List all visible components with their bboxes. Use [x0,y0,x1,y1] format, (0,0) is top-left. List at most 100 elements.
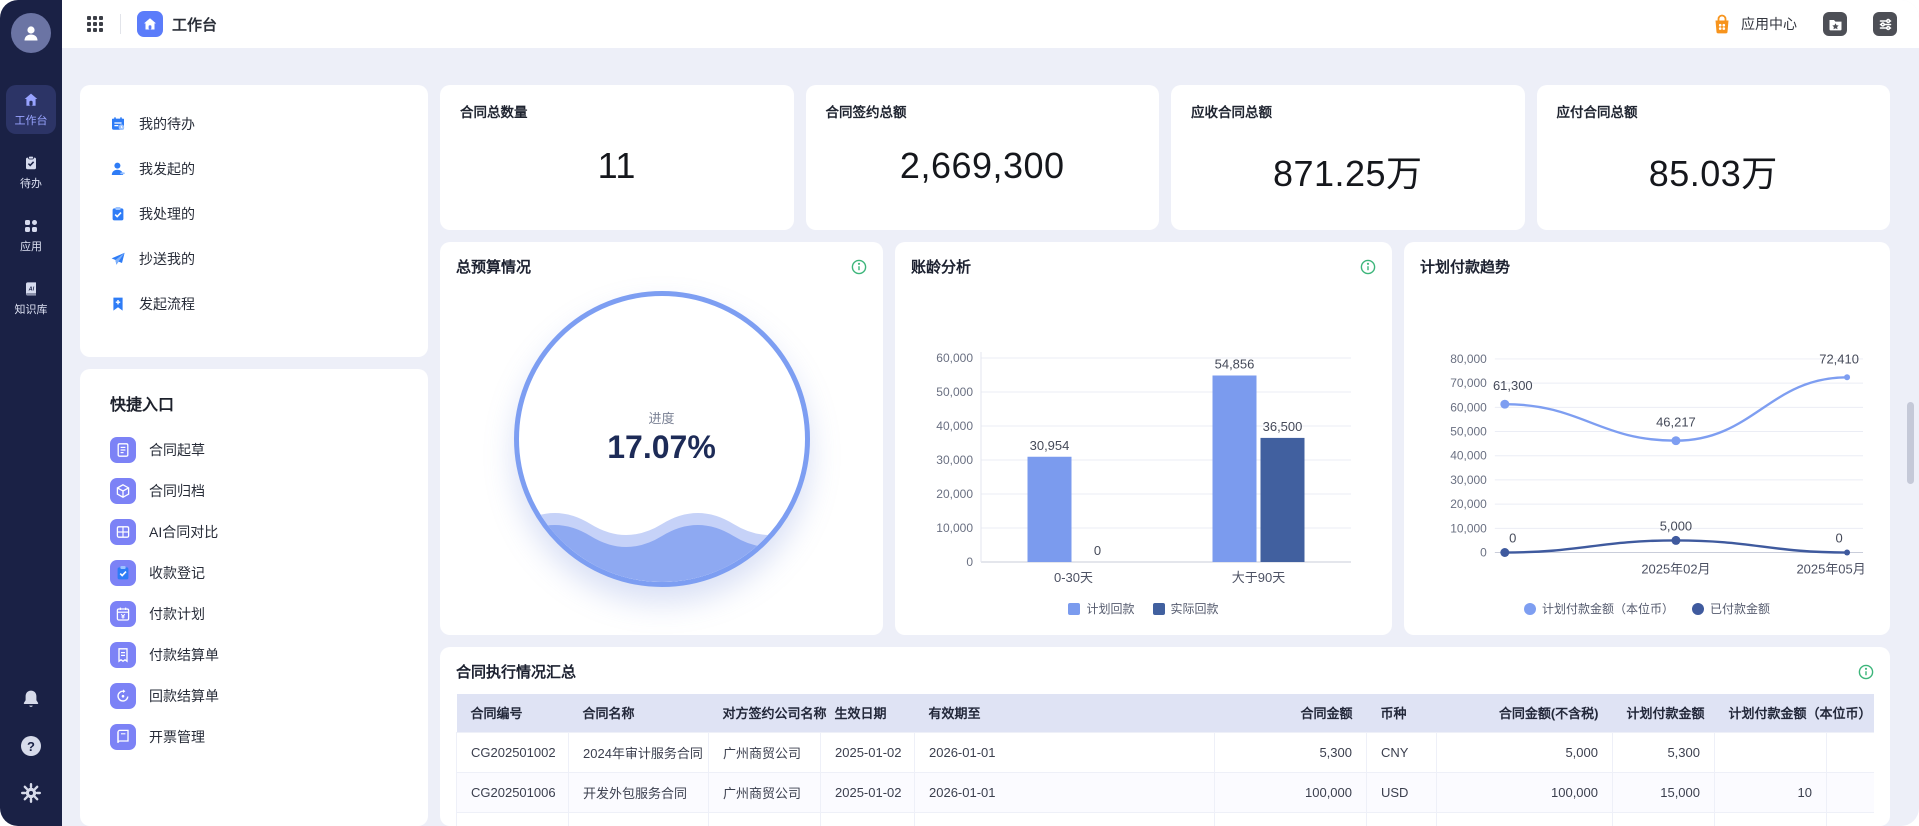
table-cell: 100,000 [1215,772,1367,812]
menu-item-1[interactable]: 我的待办 [110,101,428,146]
quick-entry-label: 开票管理 [149,727,205,747]
table-row[interactable]: CG202501006开发外包服务合同广州商贸公司2025-01-022026-… [457,772,1875,812]
contract-table: 合同编号合同名称对方签约公司名称生效日期有效期至合同金额币种合同金额(不含税)计… [456,694,1874,826]
rail-item-1[interactable]: 工作台 [6,85,56,134]
menu-item-label: 发起流程 [139,294,195,314]
table-header-row: 合同编号合同名称对方签约公司名称生效日期有效期至合同金额币种合同金额(不含税)计… [457,694,1875,732]
app-center-label: 应用中心 [1741,14,1797,34]
menu-item-4[interactable]: 抄送我的 [110,236,428,281]
table-header-cell: 对方签约公司名称 [709,694,821,732]
table-row[interactable]: 新项目1设备采购合同广州商贸公司 [457,812,1875,826]
quick-entry-8[interactable]: 开票管理 [102,716,428,757]
table-cell [915,812,1215,826]
receipt-icon [115,647,131,663]
rail-item-3[interactable]: 应用 [6,211,56,260]
stat-card-4: 应付合同总额85.03万 [1537,85,1891,230]
legend-label: 实际回款 [1171,600,1219,617]
stat-card-2: 合同签约总额2,669,300 [806,85,1160,230]
content-area: 我的待办我发起的我处理的抄送我的发起流程 快捷入口 合同起草合同归档AI合同对比… [62,48,1919,826]
svg-text:大于90天: 大于90天 [1232,570,1285,585]
table-cell: 2025-01-02 [821,732,915,772]
page-scrollbar-thumb[interactable] [1907,402,1914,484]
svg-text:5,000: 5,000 [1660,518,1692,533]
stat-value: 871.25万 [1191,145,1505,197]
workbench-home-icon[interactable] [137,11,163,37]
legend-item[interactable]: 计划付款金额（本位币） [1524,600,1674,617]
rail-item-4[interactable]: AI知识库 [6,274,56,323]
legend-label: 计划付款金额（本位币） [1542,600,1674,617]
table-cell: 5,300 [1613,732,1715,772]
card-title: 总预算情况 [456,256,531,277]
svg-text:46,217: 46,217 [1656,414,1696,429]
card-title: 计划付款趋势 [1420,256,1510,277]
quick-entry-4[interactable]: 收款登记 [102,552,428,593]
svg-text:40,000: 40,000 [936,419,973,433]
quick-entry-card: 快捷入口 合同起草合同归档AI合同对比收款登记付款计划付款结算单回款结算单开票管… [80,369,428,826]
clipboard-check-icon [115,565,131,581]
table-cell [1367,812,1437,826]
table-cell [1827,772,1875,812]
send-icon [110,251,126,267]
quick-entry-2[interactable]: 合同归档 [102,470,428,511]
legend-item[interactable]: 已付款金额 [1692,600,1770,617]
table-cell [1613,812,1715,826]
table-header-cell: 合同金额(不含税) [1437,694,1613,732]
table-cell: 5,000 [1437,732,1613,772]
quick-entry-icon-tile [110,560,136,586]
table-cell: 5,300 [1215,732,1367,772]
table-cell: 2025-01-02 [821,772,915,812]
stat-value: 11 [460,145,774,187]
quick-entry-7[interactable]: 回款结算单 [102,675,428,716]
menu-item-3[interactable]: 我处理的 [110,191,428,236]
svg-text:80,000: 80,000 [1450,352,1487,366]
book-ai-icon: AI [23,281,39,297]
menu-item-2[interactable]: 我发起的 [110,146,428,191]
table-cell: CNY [1367,732,1437,772]
apps-icon [23,218,39,234]
info-icon[interactable] [1858,664,1874,680]
svg-text:0-30天: 0-30天 [1054,570,1093,585]
table-cell: 10 [1715,772,1827,812]
settings-gear-icon[interactable] [20,782,42,804]
workflow-list-icon[interactable] [1873,12,1897,36]
rail-item-label: 应用 [20,238,42,254]
compare-icon [115,524,131,540]
table-title: 合同执行情况汇总 [456,661,576,682]
svg-text:50,000: 50,000 [1450,424,1487,438]
quick-entry-6[interactable]: 付款结算单 [102,634,428,675]
svg-text:36,500: 36,500 [1263,419,1303,434]
menu-item-5[interactable]: 发起流程 [110,281,428,326]
quick-entry-5[interactable]: 付款计划 [102,593,428,634]
legend-label: 已付款金额 [1710,600,1770,617]
legend-item[interactable]: 实际回款 [1153,600,1219,617]
quick-entry-label: 付款计划 [149,604,205,624]
svg-text:0: 0 [1509,530,1516,545]
help-icon[interactable]: ? [19,734,43,758]
table-row[interactable]: CG2025010022024年审计服务合同广州商贸公司2025-01-0220… [457,732,1875,772]
user-avatar[interactable] [11,13,51,53]
stat-card-1: 合同总数量11 [440,85,794,230]
legend-swatch [1153,603,1165,615]
legend-item[interactable]: 计划回款 [1068,600,1134,617]
contract-summary-card: 合同执行情况汇总 合同编号合同名称对方签约公司名称生效日期有效期至合同金额币种合… [440,647,1890,826]
app-grid-icon[interactable] [86,15,104,33]
quick-entry-3[interactable]: AI合同对比 [102,511,428,552]
favorites-folder-icon[interactable] [1823,12,1847,36]
menu-item-label: 我处理的 [139,204,195,224]
stat-label: 合同签约总额 [826,101,1140,121]
quick-entry-1[interactable]: 合同起草 [102,429,428,470]
svg-text:30,954: 30,954 [1030,438,1070,453]
table-cell [1827,732,1875,772]
quick-entry-icon-tile [110,642,136,668]
info-icon[interactable] [851,259,867,275]
legend-swatch [1524,603,1536,615]
table-cell: 2026-01-01 [915,772,1215,812]
person-icon [110,161,126,177]
budget-liquid-gauge: 进度 17.07% [514,291,810,587]
info-icon[interactable] [1360,259,1376,275]
table-header-cell: 有效期至 [915,694,1215,732]
rail-item-2[interactable]: 待办 [6,148,56,197]
app-center-button[interactable]: 应用中心 [1711,13,1797,35]
notifications-bell-icon[interactable] [20,688,42,710]
menu-item-label: 我的待办 [139,114,195,134]
